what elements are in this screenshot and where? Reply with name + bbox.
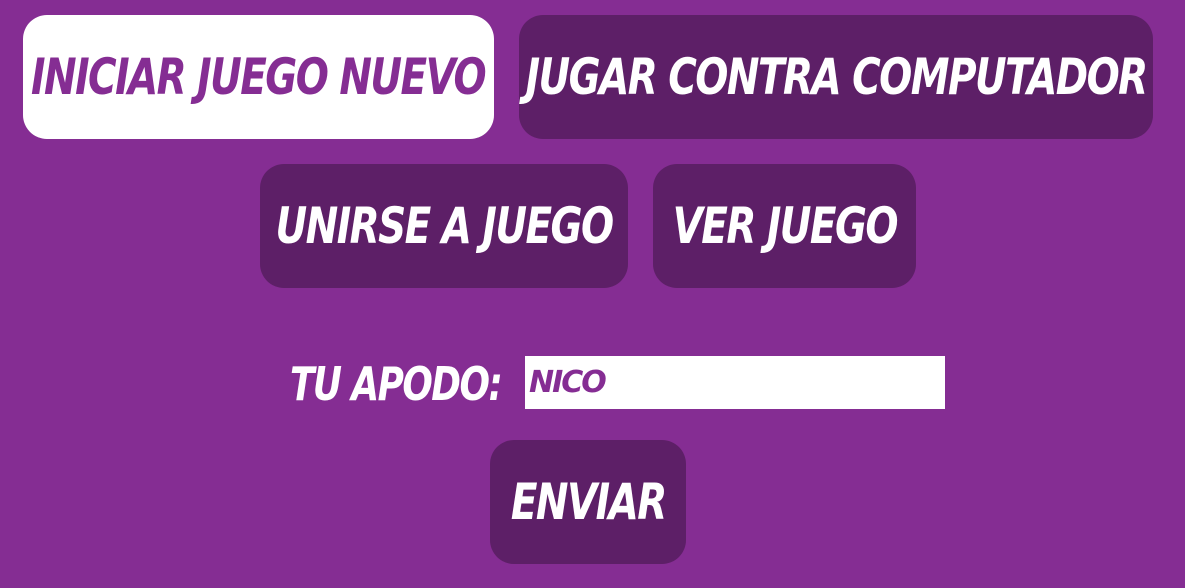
join-game-label: Unirse a juego: [275, 197, 614, 255]
new-game-label: Iniciar Juego Nuevo: [31, 48, 487, 106]
play-vs-computer-button[interactable]: Jugar contra computador: [519, 15, 1153, 139]
nickname-label: Tu apodo:: [290, 352, 561, 416]
nickname-label-text: Tu apodo:: [290, 357, 503, 411]
join-game-button[interactable]: Unirse a juego: [260, 164, 628, 288]
submit-label: Enviar: [510, 473, 667, 531]
play-vs-computer-label: Jugar contra computador: [525, 48, 1148, 106]
watch-game-label: Ver juego: [672, 197, 898, 255]
submit-button[interactable]: Enviar: [490, 440, 686, 564]
watch-game-button[interactable]: Ver juego: [653, 164, 916, 288]
new-game-button[interactable]: Iniciar Juego Nuevo: [23, 15, 494, 139]
nickname-input[interactable]: [525, 356, 945, 409]
